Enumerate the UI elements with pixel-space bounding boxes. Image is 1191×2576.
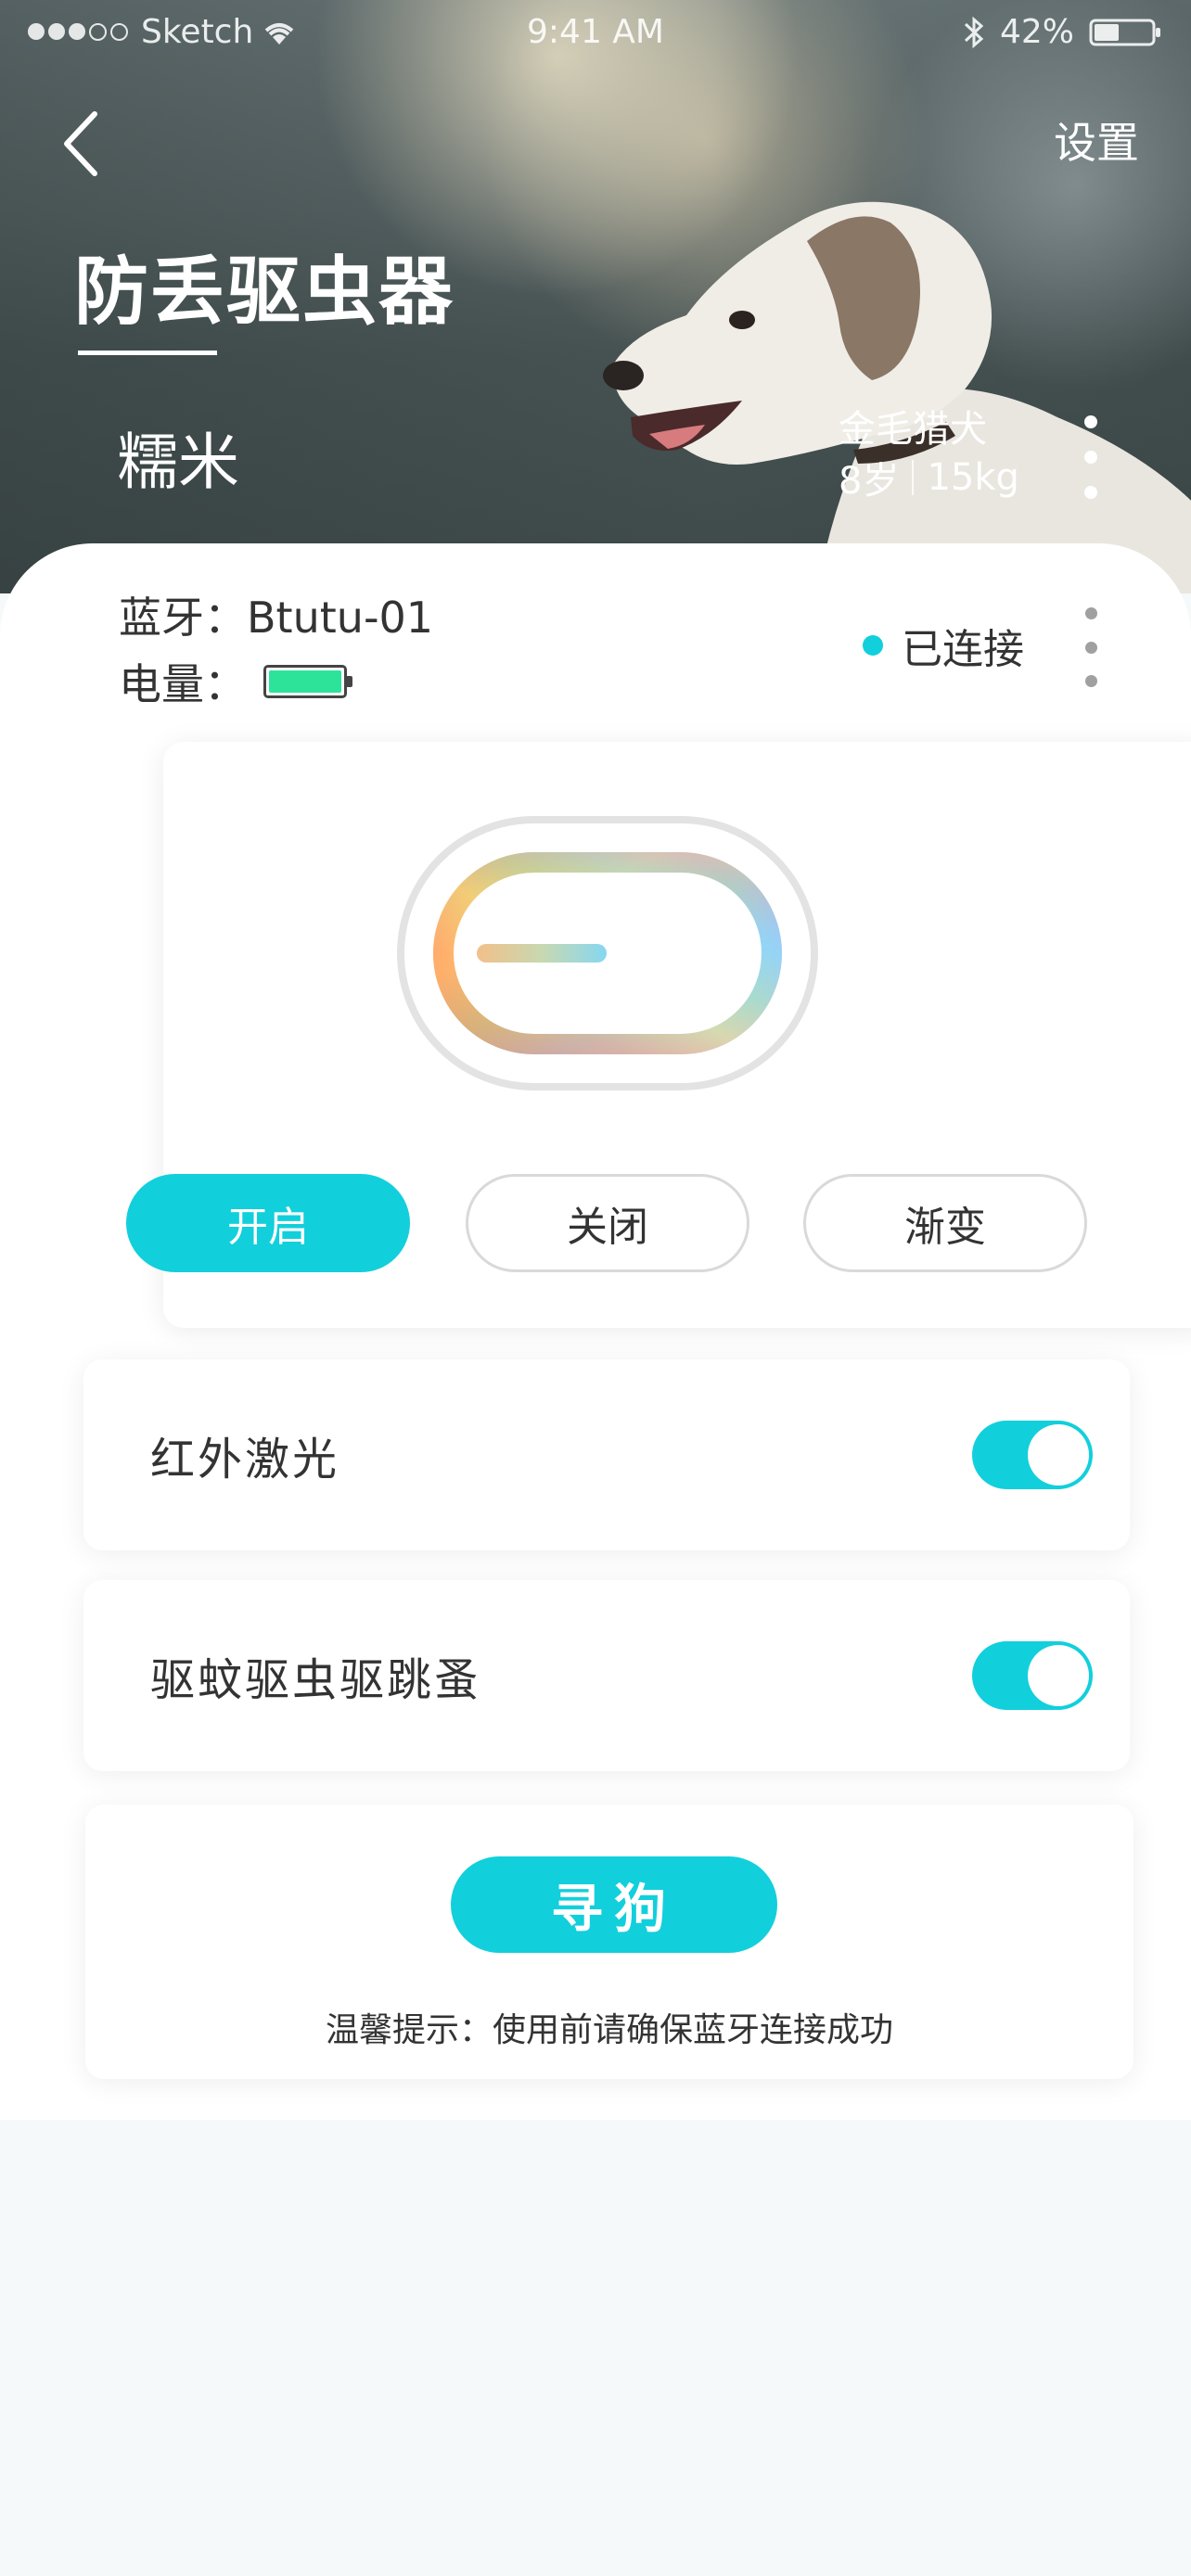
device-battery-icon xyxy=(263,665,352,698)
pet-age: 8岁 xyxy=(839,460,900,503)
connection-status: 已连接 xyxy=(863,616,1024,675)
battery-percent: 42% xyxy=(999,13,1074,51)
page-title: 防丢驱虫器 xyxy=(74,249,455,335)
battery-label: 电量： xyxy=(119,659,247,709)
feature-label: 红外激光 xyxy=(150,1434,340,1486)
pet-breed: 金毛猎犬 xyxy=(839,408,987,451)
mode-gradient-button[interactable]: 渐变 xyxy=(803,1174,1087,1272)
feature-row-laser: 红外激光 xyxy=(83,1359,1130,1550)
page-background xyxy=(0,2120,1191,2576)
settings-button[interactable]: 设置 xyxy=(1054,109,1139,171)
laser-toggle[interactable] xyxy=(972,1421,1093,1489)
pet-name: 糯米 xyxy=(117,427,239,498)
toggle-knob xyxy=(1028,1424,1089,1486)
mode-on-button[interactable]: 开启 xyxy=(126,1174,410,1272)
battery-fill xyxy=(269,670,341,693)
feature-row-repellent: 驱蚊驱虫驱跳蚤 xyxy=(83,1580,1130,1771)
dog-photo xyxy=(603,201,1191,593)
bluetooth-icon xyxy=(964,16,984,48)
status-right: 42% xyxy=(963,13,1163,51)
title-underline xyxy=(78,351,217,355)
pet-more-icon[interactable] xyxy=(1082,415,1100,499)
battery-info: 电量： xyxy=(119,651,352,712)
mode-off-button[interactable]: 关闭 xyxy=(466,1174,749,1272)
status-bar: Sketch 9:41 AM 42% xyxy=(0,0,1191,65)
bluetooth-label: 蓝牙： xyxy=(119,593,247,643)
find-dog-button[interactable]: 寻狗 xyxy=(451,1856,777,1953)
feature-label: 驱蚊驱虫驱跳蚤 xyxy=(150,1654,482,1706)
connection-label: 已连接 xyxy=(902,626,1024,673)
device-light-icon xyxy=(397,816,818,1090)
status-dot xyxy=(863,635,883,656)
toggle-knob xyxy=(1028,1645,1089,1706)
repellent-toggle[interactable] xyxy=(972,1641,1093,1710)
device-more-icon[interactable] xyxy=(1082,607,1100,687)
tip-text: 温馨提示：使用前请确保蓝牙连接成功 xyxy=(325,2011,893,2049)
back-icon[interactable] xyxy=(56,107,111,181)
bluetooth-name: Btutu-01 xyxy=(247,593,434,643)
divider xyxy=(912,460,915,495)
pet-weight: 15kg xyxy=(927,456,1019,499)
pet-stats: 8岁 15kg xyxy=(839,451,1019,504)
battery-icon xyxy=(1089,19,1160,45)
bluetooth-info: 蓝牙：Btutu-01 xyxy=(119,584,433,645)
